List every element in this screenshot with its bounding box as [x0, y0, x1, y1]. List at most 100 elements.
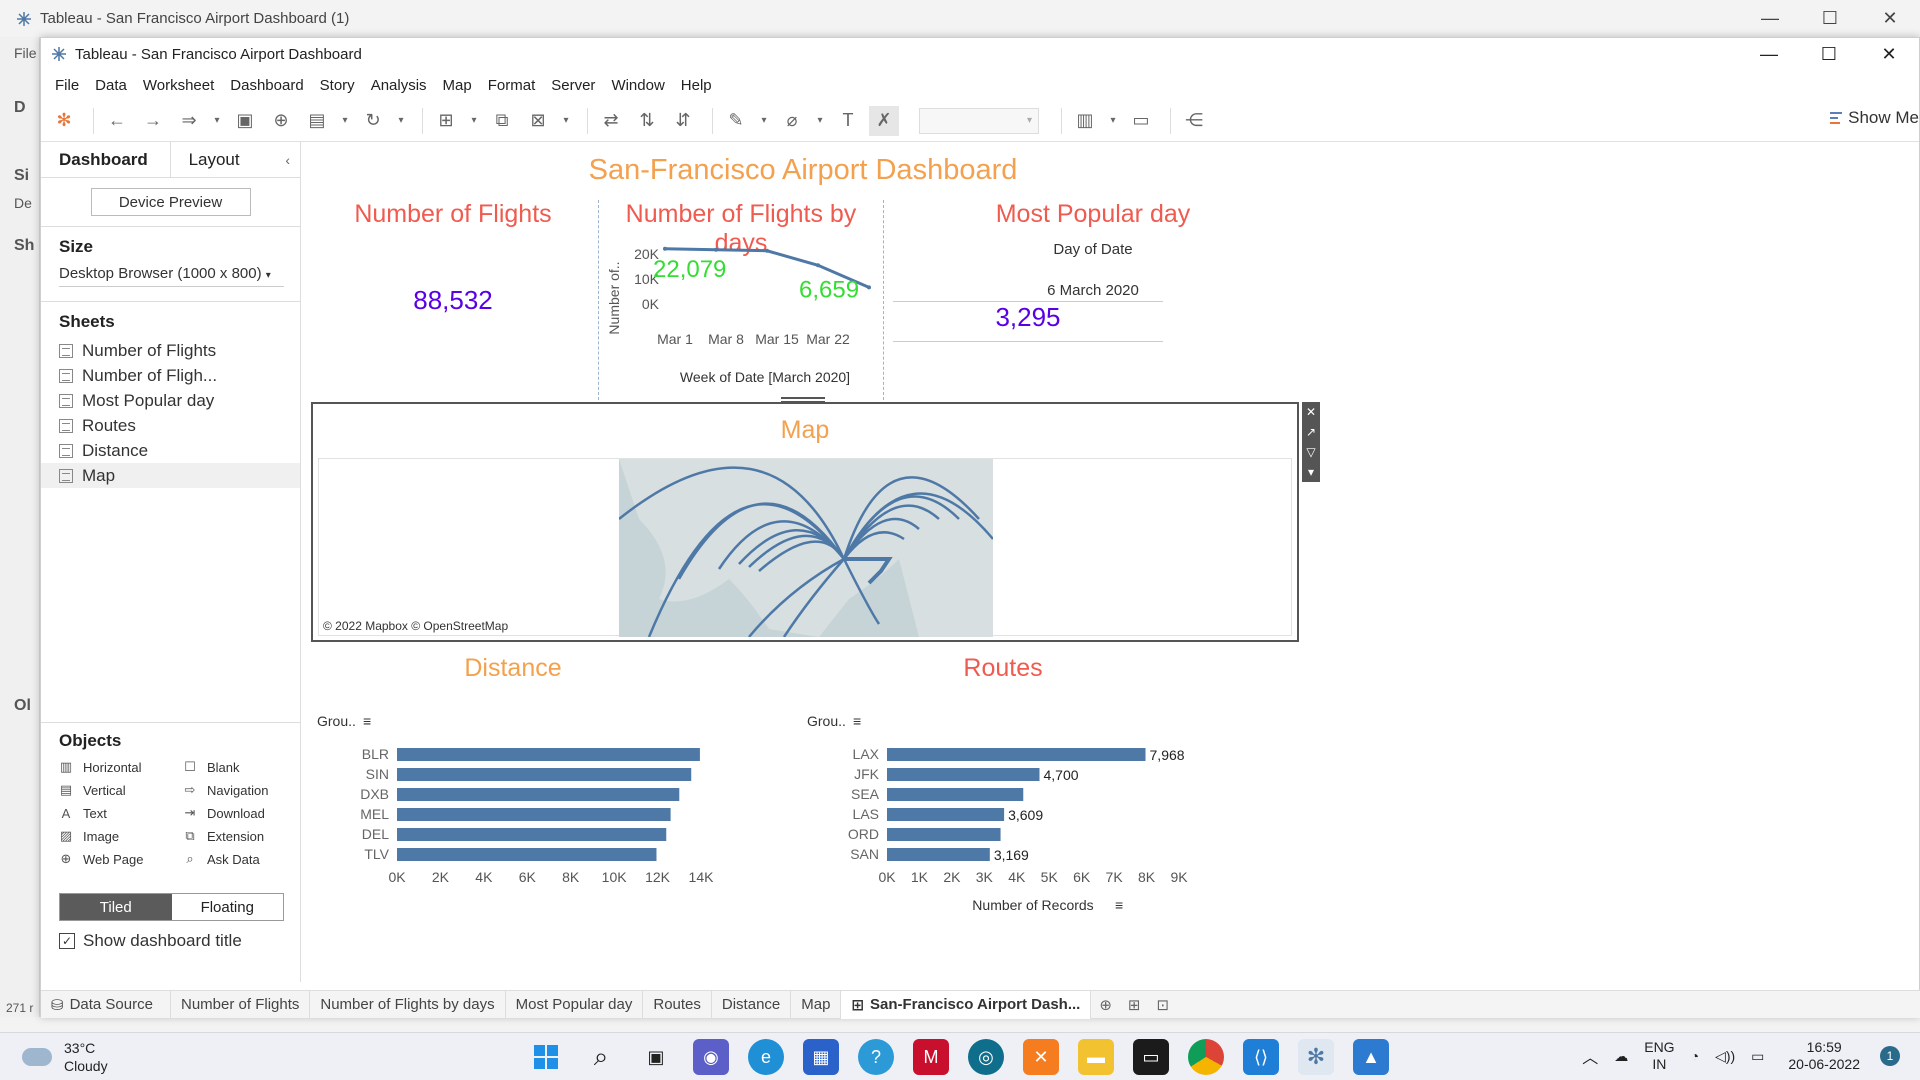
- filter-icon[interactable]: ▽: [1302, 442, 1320, 462]
- object-vertical[interactable]: ▤ Vertical: [59, 782, 183, 798]
- duplicate-icon[interactable]: ⧉: [487, 106, 517, 136]
- menu-worksheet[interactable]: Worksheet: [135, 77, 222, 94]
- sheet-tab[interactable]: Map: [791, 990, 842, 1019]
- highlight-icon[interactable]: ✎: [721, 106, 751, 136]
- dropdown-arrow-icon[interactable]: ▾: [394, 106, 408, 136]
- chrome-icon[interactable]: [1188, 1039, 1224, 1075]
- presentation-mode-icon[interactable]: ▭: [1126, 106, 1156, 136]
- menu-story[interactable]: Story: [312, 77, 363, 94]
- remove-icon[interactable]: ✕: [1302, 402, 1320, 422]
- routes-chart[interactable]: Grou.. ≡ LAX 7,968 JFK 4,700 SEA LAS 3,609 ORD SAN…: [803, 690, 1203, 910]
- terminal-icon[interactable]: ▭: [1133, 1039, 1169, 1075]
- menu-help[interactable]: Help: [673, 77, 720, 94]
- dropdown-arrow-icon[interactable]: ▾: [338, 106, 352, 136]
- show-title-checkbox[interactable]: ✓ Show dashboard title: [41, 931, 300, 951]
- pause-updates-icon[interactable]: ▤: [302, 106, 332, 136]
- dropdown-arrow-icon[interactable]: ▾: [467, 106, 481, 136]
- object-image[interactable]: ▨ Image: [59, 828, 183, 844]
- chat-icon[interactable]: ◉: [693, 1039, 729, 1075]
- menu-format[interactable]: Format: [480, 77, 544, 94]
- dropdown-arrow-icon[interactable]: ▾: [757, 106, 771, 136]
- weather-widget[interactable]: 33°C Cloudy: [22, 1039, 108, 1075]
- dropdown-arrow-icon[interactable]: ▾: [559, 106, 573, 136]
- dropdown-arrow-icon[interactable]: ▾: [210, 106, 224, 136]
- object-download[interactable]: ⇥ Download: [183, 805, 307, 821]
- task-view-icon[interactable]: ▣: [638, 1039, 674, 1075]
- sheet-tab[interactable]: Routes: [643, 990, 712, 1019]
- close-button[interactable]: ✕: [1859, 38, 1919, 70]
- clock[interactable]: 16:59 20-06-2022: [1788, 1039, 1860, 1073]
- background-file-menu[interactable]: File: [14, 45, 37, 61]
- fit-dropdown[interactable]: ▾: [919, 107, 1039, 134]
- notification-badge[interactable]: 1: [1880, 1046, 1900, 1066]
- start-icon[interactable]: [528, 1039, 564, 1075]
- photos-icon[interactable]: ▲: [1353, 1039, 1389, 1075]
- mcafee-icon[interactable]: M: [913, 1039, 949, 1075]
- sort-ascending-icon[interactable]: ⇅: [632, 106, 662, 136]
- menu-server[interactable]: Server: [543, 77, 603, 94]
- store-icon[interactable]: ▦: [803, 1039, 839, 1075]
- refresh-icon[interactable]: ↻: [358, 106, 388, 136]
- sheet-item[interactable]: Number of Fligh...: [41, 363, 300, 388]
- menu-file[interactable]: File: [47, 77, 87, 94]
- sheet-item[interactable]: Number of Flights: [41, 338, 300, 363]
- show-me-button[interactable]: Show Me: [1830, 108, 1919, 128]
- group-icon[interactable]: ⌀: [777, 106, 807, 136]
- dropdown-arrow-icon[interactable]: ▾: [1106, 106, 1120, 136]
- tableau-taskbar-icon[interactable]: ✻: [1298, 1039, 1334, 1075]
- swap-icon[interactable]: ⇄: [596, 106, 626, 136]
- menu-data[interactable]: Data: [87, 77, 135, 94]
- sheet-item[interactable]: Map: [41, 463, 300, 488]
- object-extension[interactable]: ⧉ Extension: [183, 828, 307, 844]
- background-minimize-button[interactable]: —: [1740, 0, 1800, 37]
- more-options-icon[interactable]: ▾: [1302, 462, 1320, 482]
- vscode-icon[interactable]: ⟨⟩: [1243, 1039, 1279, 1075]
- sheet-tab-active[interactable]: ⊞ San-Francisco Airport Dash...: [841, 990, 1092, 1019]
- minimize-button[interactable]: —: [1739, 38, 1799, 70]
- sheet-item[interactable]: Routes: [41, 413, 300, 438]
- object-blank[interactable]: ☐ Blank: [183, 759, 307, 775]
- edge-icon[interactable]: e: [748, 1039, 784, 1075]
- background-maximize-button[interactable]: ☐: [1800, 0, 1860, 37]
- maximize-button[interactable]: ☐: [1799, 38, 1859, 70]
- object-ask-data[interactable]: ⌕ Ask Data: [183, 851, 307, 867]
- flights-by-days-chart[interactable]: Number of..20K10K0K22,0796,659Mar 1 Mar 8…: [599, 232, 883, 398]
- tab-dashboard[interactable]: Dashboard: [41, 142, 171, 177]
- dropdown-arrow-icon[interactable]: ▾: [813, 106, 827, 136]
- go-to-sheet-icon[interactable]: ↗: [1302, 422, 1320, 442]
- new-worksheet-icon[interactable]: ⊞: [431, 106, 461, 136]
- device-preview-button[interactable]: Device Preview: [90, 188, 251, 216]
- new-dashboard-tab-icon[interactable]: ⊞: [1120, 996, 1149, 1014]
- sheet-tab[interactable]: Number of Flights by days: [310, 990, 506, 1019]
- help-icon[interactable]: ?: [858, 1039, 894, 1075]
- fix-axes-icon[interactable]: ✗: [869, 105, 899, 136]
- redo-icon[interactable]: →: [138, 106, 168, 136]
- new-story-tab-icon[interactable]: ⊡: [1149, 996, 1178, 1014]
- battery-icon[interactable]: ▭: [1751, 1048, 1764, 1065]
- search-icon[interactable]: ⌕: [583, 1039, 619, 1075]
- menu-analysis[interactable]: Analysis: [363, 77, 435, 94]
- data-source-tab[interactable]: ⛁ Data Source: [41, 990, 171, 1019]
- menu-dashboard[interactable]: Dashboard: [222, 77, 311, 94]
- xampp-icon[interactable]: ✕: [1023, 1039, 1059, 1075]
- object-text[interactable]: A Text: [59, 805, 183, 821]
- menu-window[interactable]: Window: [603, 77, 672, 94]
- sheet-tab[interactable]: Number of Flights: [171, 990, 311, 1019]
- sort-descending-icon[interactable]: ⇵: [668, 106, 698, 136]
- flight-route-map[interactable]: [619, 459, 993, 637]
- sheet-item[interactable]: Most Popular day: [41, 388, 300, 413]
- map-container[interactable]: Map © 2022 Mapbox © OpenStreetMap: [311, 402, 1299, 642]
- undo-icon[interactable]: ←: [102, 106, 132, 136]
- distance-chart[interactable]: Grou.. ≡ BLR SIN DXB MEL DEL TLV 0K 2K 4K 6K 8K 10K 12…: [313, 690, 713, 910]
- tab-layout[interactable]: Layout ‹: [171, 142, 300, 177]
- replay-icon[interactable]: ⇒: [174, 106, 204, 136]
- object-web-page[interactable]: ⊕ Web Page: [59, 851, 183, 867]
- show-cards-icon[interactable]: ▥: [1070, 106, 1100, 136]
- menu-map[interactable]: Map: [435, 77, 480, 94]
- volume-icon[interactable]: ◁)): [1715, 1048, 1735, 1065]
- language-indicator[interactable]: ENG IN: [1644, 1039, 1674, 1073]
- tiled-button[interactable]: Tiled: [60, 894, 172, 920]
- floating-button[interactable]: Floating: [172, 894, 284, 920]
- chevron-up-icon[interactable]: ︿: [1582, 1044, 1598, 1068]
- collapse-pane-icon[interactable]: ‹: [285, 152, 290, 168]
